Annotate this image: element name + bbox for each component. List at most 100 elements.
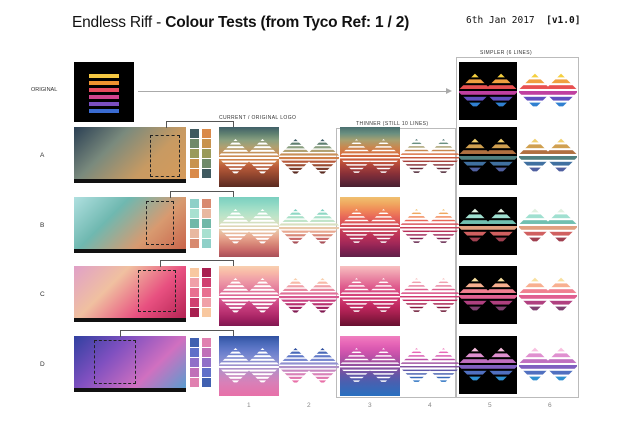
column-number: 1 bbox=[247, 402, 251, 409]
logo-thin-gradient-bg bbox=[340, 336, 400, 396]
swatch-column bbox=[190, 268, 199, 318]
logo-stripe bbox=[400, 380, 460, 382]
logo-stripe bbox=[400, 157, 460, 159]
logo-stripe bbox=[400, 310, 460, 312]
logo-thin-white bbox=[340, 278, 400, 312]
logo-stripe bbox=[340, 171, 400, 173]
logo-stripe bbox=[519, 214, 577, 219]
logo-thin-gradient-bg bbox=[340, 127, 400, 187]
logo-stripe bbox=[219, 160, 279, 163]
logo-stripe bbox=[519, 220, 577, 224]
logo-stripe bbox=[279, 230, 339, 233]
logo-stripe bbox=[519, 73, 577, 78]
logo-stripe bbox=[400, 234, 460, 236]
logo-stripe bbox=[340, 149, 400, 152]
logo-gradient-bg bbox=[219, 336, 279, 396]
logo-thin-gradient-bg bbox=[340, 197, 400, 257]
logo-stripe bbox=[340, 306, 400, 309]
logo-stripe bbox=[219, 351, 279, 354]
logo-stripe bbox=[340, 362, 400, 364]
logo-stripe bbox=[279, 157, 339, 160]
photo-bottom-bar bbox=[74, 249, 186, 253]
row-label: C bbox=[40, 291, 45, 298]
logo-stripe bbox=[400, 296, 460, 298]
label-original: ORIGINAL bbox=[31, 87, 58, 93]
logo-stripe bbox=[400, 362, 460, 364]
logo-stripe bbox=[279, 285, 339, 288]
swatch bbox=[190, 229, 199, 238]
logo-stripe bbox=[519, 277, 577, 282]
logo-gradient-bg bbox=[219, 197, 279, 257]
logo-stripe bbox=[279, 167, 339, 170]
swatch bbox=[190, 338, 199, 347]
logo-stripe bbox=[219, 288, 279, 291]
logo-stripe bbox=[219, 171, 279, 174]
logo-stripe bbox=[519, 237, 577, 242]
logo-stripe bbox=[219, 358, 279, 361]
swatch bbox=[190, 358, 199, 367]
swatch bbox=[190, 209, 199, 218]
logo-thin-colour bbox=[400, 209, 460, 243]
swatch bbox=[202, 278, 211, 287]
logo-stripe bbox=[279, 366, 339, 369]
connector-line bbox=[120, 330, 234, 337]
logo-stripe bbox=[400, 376, 460, 379]
logo-stripe bbox=[219, 376, 279, 379]
logo-stripe bbox=[519, 365, 577, 369]
logo-stripe bbox=[219, 223, 279, 226]
swatch bbox=[202, 378, 211, 387]
logo-stripe bbox=[279, 237, 339, 240]
column-number: 6 bbox=[548, 402, 552, 409]
logo-stripe bbox=[340, 369, 400, 372]
logo-stripe bbox=[459, 365, 517, 369]
column-number: 4 bbox=[428, 402, 432, 409]
logo-stripe bbox=[219, 296, 279, 298]
swatch bbox=[190, 368, 199, 377]
logo-stripe bbox=[219, 362, 279, 365]
logo-colour bbox=[279, 278, 339, 313]
swatch bbox=[202, 288, 211, 297]
sample-region bbox=[146, 201, 174, 245]
logo-stripe bbox=[279, 171, 339, 174]
swatch-column bbox=[190, 338, 199, 388]
logo-stripe bbox=[340, 241, 400, 243]
logo-stripe bbox=[340, 219, 400, 222]
logo-stripe bbox=[400, 348, 460, 350]
logo-stripe bbox=[459, 156, 517, 160]
swatch bbox=[190, 298, 199, 307]
logo-stripe bbox=[279, 278, 339, 281]
logo-stripe bbox=[219, 164, 279, 167]
logo-stripe bbox=[519, 167, 577, 172]
logo-stripe bbox=[400, 160, 460, 163]
reference-photo bbox=[74, 197, 186, 253]
original-bar bbox=[89, 95, 119, 99]
reference-photo bbox=[74, 336, 186, 392]
logo-simple-dark bbox=[459, 336, 517, 394]
swatch bbox=[202, 348, 211, 357]
logo-stripe bbox=[400, 292, 460, 294]
swatch bbox=[190, 219, 199, 228]
logo-simple-colour bbox=[519, 138, 577, 172]
logo-stripe bbox=[340, 366, 400, 368]
logo-stripe bbox=[279, 149, 339, 152]
logo-stripe bbox=[340, 223, 400, 225]
logo-stripe bbox=[279, 351, 339, 354]
logo-stripe bbox=[279, 292, 339, 295]
swatch bbox=[190, 199, 199, 208]
logo-stripe bbox=[459, 91, 517, 95]
logo-stripe bbox=[279, 355, 339, 358]
swatch-column bbox=[190, 129, 199, 179]
logo-stripe bbox=[459, 226, 517, 230]
sample-region bbox=[94, 340, 136, 384]
logo-stripe bbox=[400, 288, 460, 291]
logo-stripe bbox=[219, 306, 279, 309]
logo-gradient-bg bbox=[219, 266, 279, 326]
logo-simple-dark bbox=[459, 127, 517, 185]
logo-stripe bbox=[340, 278, 400, 280]
logo-colour bbox=[279, 348, 339, 383]
logo-stripe bbox=[279, 376, 339, 379]
logo-stripe bbox=[340, 230, 400, 233]
logo-white bbox=[219, 348, 279, 383]
logo-stripe bbox=[519, 91, 577, 95]
original-bar bbox=[89, 109, 119, 113]
